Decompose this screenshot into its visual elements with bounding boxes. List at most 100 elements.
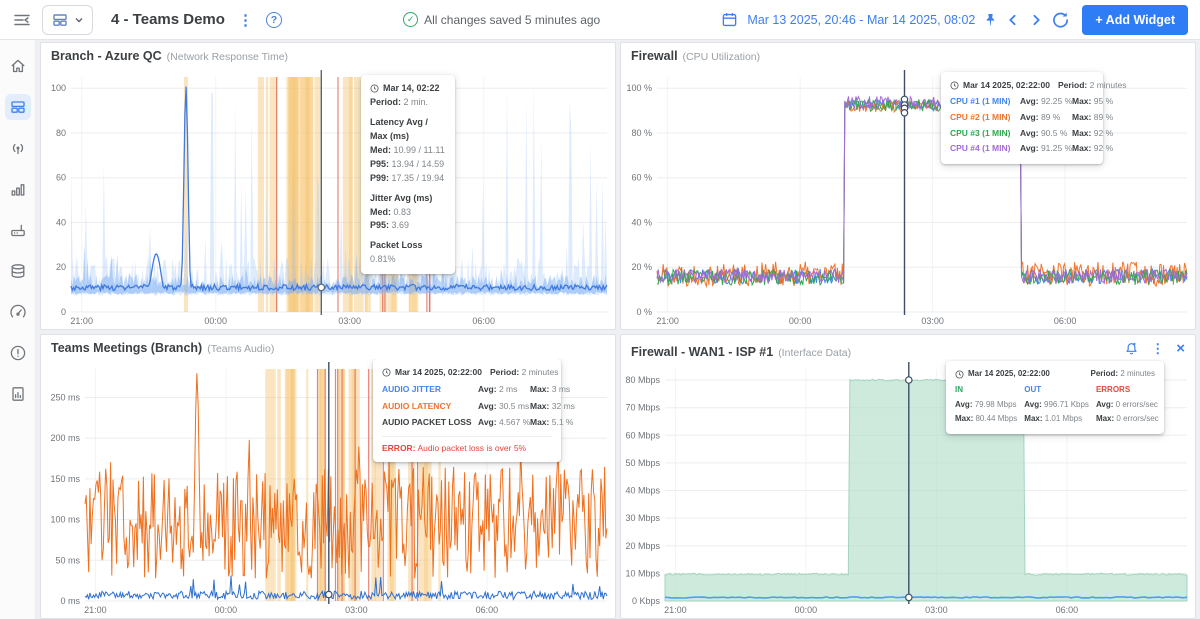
sidebar-item-dashboards[interactable] (5, 94, 31, 120)
svg-text:40 %: 40 % (631, 218, 652, 228)
svg-text:20 %: 20 % (631, 262, 652, 272)
page-title: 4 - Teams Demo (111, 11, 225, 28)
svg-text:0: 0 (61, 307, 66, 317)
sidebar-item-devices[interactable] (5, 217, 31, 243)
dashboard-menu-icon[interactable]: ⋮ (235, 11, 256, 29)
svg-text:100 %: 100 % (626, 83, 652, 93)
network-response-time-chart[interactable]: 21:00 00:00 03:00 06:00 100 80 60 40 20 0 Mar 14,… (41, 67, 615, 329)
help-icon[interactable]: ? (266, 12, 282, 28)
svg-text:10 Mbps: 10 Mbps (625, 568, 660, 578)
chart-tooltip: Mar 14 2025, 02:22:00 Period: 2 minutes … (941, 72, 1103, 164)
svg-text:06:00: 06:00 (1056, 605, 1079, 615)
chevron-right-icon[interactable] (1029, 13, 1043, 27)
svg-text:0 Kbps: 0 Kbps (632, 596, 661, 606)
home-icon (9, 57, 27, 75)
svg-text:00:00: 00:00 (215, 605, 238, 615)
svg-text:00:00: 00:00 (795, 605, 818, 615)
widget-title: Firewall (631, 49, 678, 63)
dashboard-icon (9, 98, 27, 116)
svg-text:40 Mbps: 40 Mbps (625, 486, 660, 496)
svg-text:20 Mbps: 20 Mbps (625, 541, 660, 551)
svg-text:20: 20 (56, 262, 66, 272)
sidebar-item-home[interactable] (5, 53, 31, 79)
save-status: ✓ All changes saved 5 minutes ago (282, 12, 721, 27)
chart-tooltip: Mar 14, 02:22 Period: 2 min. Latency Avg… (361, 75, 455, 274)
clock-icon (382, 368, 391, 377)
widget-title: Branch - Azure QC (51, 49, 162, 63)
sidebar-item-network-sessions[interactable] (5, 176, 31, 202)
cpu-utilization-chart[interactable]: 21:0000:0003:0006:00100 %80 %60 %40 %20 … (621, 67, 1195, 329)
widget-firewall-wan1: Firewall - WAN1 - ISP #1 (Interface Data… (620, 334, 1196, 619)
report-icon (9, 385, 27, 403)
clock-icon (370, 84, 379, 93)
refresh-icon[interactable] (1052, 11, 1069, 28)
svg-text:21:00: 21:00 (664, 605, 687, 615)
svg-text:80 %: 80 % (631, 128, 652, 138)
svg-text:06:00: 06:00 (1054, 316, 1077, 326)
widget-subtitle: (Interface Data) (778, 347, 851, 359)
svg-text:06:00: 06:00 (472, 316, 495, 326)
widget-subtitle: (Network Response Time) (167, 51, 288, 63)
menu-toggle-icon[interactable] (12, 10, 32, 30)
date-range-picker[interactable]: Mar 13 2025, 20:46 - Mar 14 2025, 08:02 (747, 13, 975, 27)
chevron-down-icon (74, 15, 84, 25)
left-sidebar (0, 40, 36, 619)
svg-text:21:00: 21:00 (84, 605, 107, 615)
sidebar-item-speed-test[interactable] (5, 299, 31, 325)
svg-text:60 %: 60 % (631, 173, 652, 183)
svg-text:60: 60 (56, 173, 66, 183)
teams-audio-chart[interactable]: 21:0000:0003:0006:00250 ms200 ms150 ms10… (41, 359, 615, 618)
clock-icon (955, 370, 964, 379)
dashboard-grid: Branch - Azure QC (Network Response Time… (36, 40, 1200, 619)
svg-text:00:00: 00:00 (789, 316, 812, 326)
widget-alert-bell-icon[interactable] (1124, 341, 1139, 356)
svg-text:100 ms: 100 ms (50, 515, 80, 525)
chevron-left-icon[interactable] (1006, 13, 1020, 27)
pin-icon[interactable] (984, 13, 997, 27)
signal-bars-icon (9, 180, 27, 198)
interface-data-chart[interactable]: 21:00 00:00 03:00 06:00 80 Mbps 70 Mbps 60 Mbp… (621, 359, 1195, 618)
svg-text:40: 40 (56, 218, 66, 228)
gauge-icon (9, 303, 27, 321)
widget-close-icon[interactable]: × (1176, 341, 1185, 356)
add-widget-button[interactable]: + Add Widget (1082, 5, 1188, 35)
svg-text:0 %: 0 % (636, 307, 652, 317)
sidebar-item-inventory[interactable] (5, 258, 31, 284)
sidebar-item-monitoring[interactable] (5, 135, 31, 161)
svg-text:06:00: 06:00 (476, 605, 499, 615)
save-status-text: All changes saved 5 minutes ago (424, 13, 600, 27)
dashboard-layout-dropdown[interactable] (42, 5, 93, 35)
svg-text:00:00: 00:00 (204, 316, 227, 326)
chart-canvas[interactable]: 21:00 00:00 03:00 06:00 100 80 60 40 20 0 (41, 67, 615, 329)
svg-text:70 Mbps: 70 Mbps (625, 403, 660, 413)
radar-icon (9, 139, 27, 157)
widget-title: Firewall - WAN1 - ISP #1 (631, 345, 773, 359)
tooltip-error-message: ERROR: Audio packet loss is over 5% (382, 436, 552, 455)
svg-text:250 ms: 250 ms (50, 393, 80, 403)
svg-text:80: 80 (56, 128, 66, 138)
widget-firewall-cpu: Firewall (CPU Utilization) 21:0000:0003:… (620, 42, 1196, 330)
widget-subtitle: (Teams Audio) (207, 343, 274, 355)
clock-icon (950, 81, 959, 90)
dashboard-layout-icon (51, 11, 69, 29)
sidebar-item-alerts[interactable] (5, 340, 31, 366)
svg-text:03:00: 03:00 (925, 605, 948, 615)
chart-tooltip: Mar 14 2025, 02:22:00 Period: 2 minutes … (946, 361, 1164, 434)
svg-text:80 Mbps: 80 Mbps (625, 375, 660, 385)
widget-subtitle: (CPU Utilization) (683, 51, 761, 63)
svg-text:200 ms: 200 ms (50, 433, 80, 443)
svg-text:150 ms: 150 ms (50, 474, 80, 484)
calendar-icon[interactable] (721, 11, 738, 28)
check-circle-icon: ✓ (403, 12, 418, 27)
widget-title: Teams Meetings (Branch) (51, 341, 202, 355)
svg-text:0 ms: 0 ms (60, 596, 80, 606)
widget-branch-azure-qc: Branch - Azure QC (Network Response Time… (40, 42, 616, 330)
svg-text:03:00: 03:00 (338, 316, 361, 326)
svg-text:21:00: 21:00 (70, 316, 93, 326)
svg-text:60 Mbps: 60 Mbps (625, 430, 660, 440)
chart-tooltip: Mar 14 2025, 02:22:00 Period: 2 minutes … (373, 359, 561, 462)
sidebar-item-reports[interactable] (5, 381, 31, 407)
widget-menu-icon[interactable]: ⋮ (1151, 342, 1164, 355)
top-bar: 4 - Teams Demo ⋮ ? ✓ All changes saved 5… (0, 0, 1200, 40)
svg-text:100: 100 (51, 83, 66, 93)
